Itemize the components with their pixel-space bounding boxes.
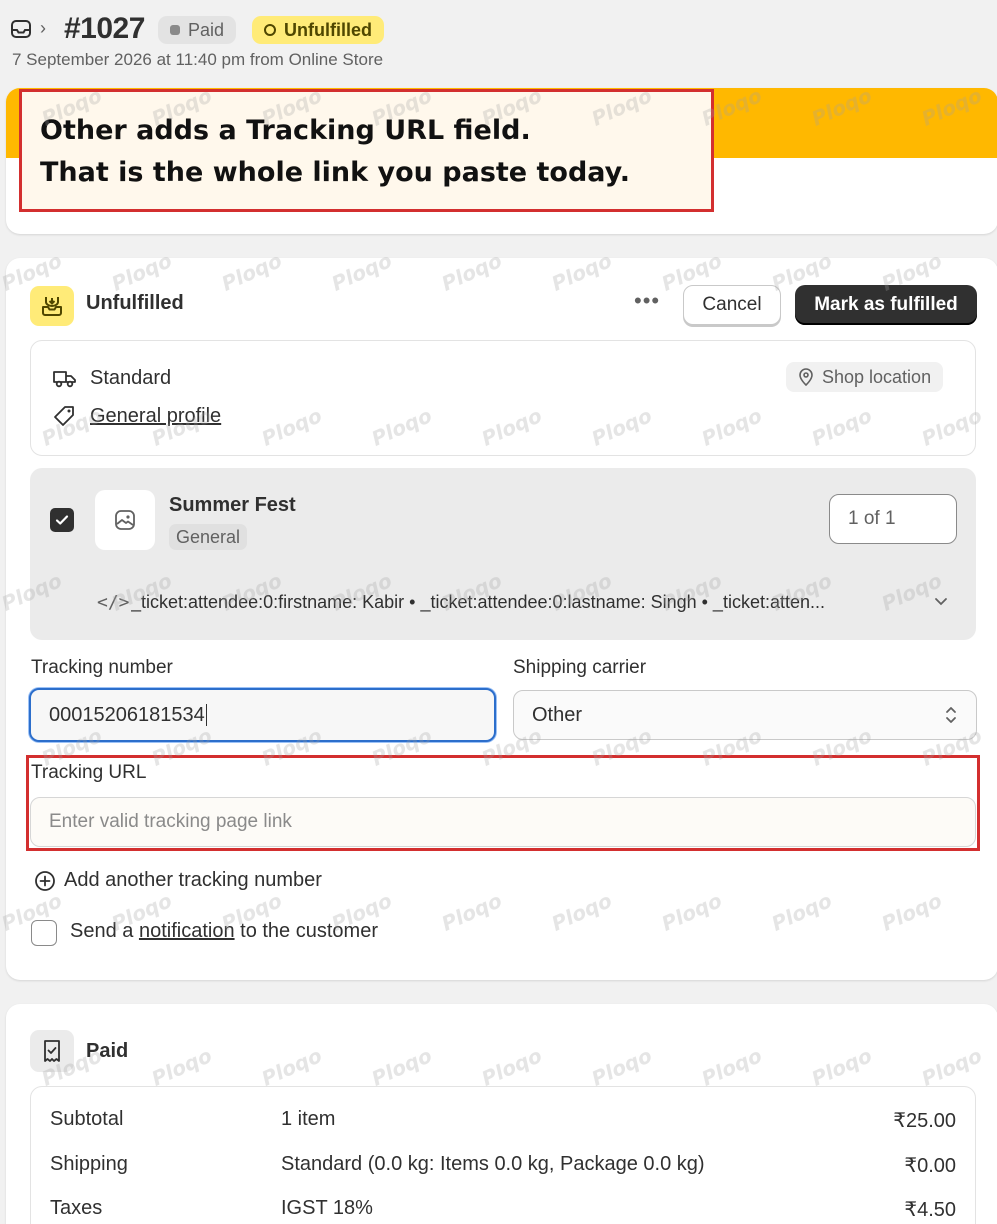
text-caret [205, 704, 207, 726]
variant-badge: General [169, 524, 248, 550]
shop-location-badge[interactable]: Shop location [786, 362, 944, 392]
chevron-down-icon[interactable] [932, 592, 950, 610]
select-arrows-icon [946, 707, 956, 723]
status-ring-icon [264, 24, 276, 36]
receipt-icon [30, 1030, 74, 1072]
subtotal-label: Subtotal [50, 1108, 124, 1130]
shipping-carrier-select[interactable]: Other [513, 690, 977, 740]
item-checkbox[interactable] [50, 508, 74, 532]
checkmark-icon [55, 515, 69, 525]
product-name[interactable]: Summer Fest [169, 494, 296, 517]
notification-link[interactable]: notification [139, 920, 235, 942]
annotation-callout: Other adds a Tracking URL field. That is… [19, 89, 714, 212]
shipping-label: Shipping [50, 1153, 128, 1175]
tracking-number-input[interactable]: 00015206181534 [29, 688, 496, 742]
tag-icon [54, 406, 74, 426]
fulfillment-title: Unfulfilled [86, 292, 184, 314]
notify-suffix: to the customer [234, 920, 378, 942]
status-dot-icon [170, 25, 180, 35]
subtotal-detail: 1 item [281, 1108, 336, 1130]
cancel-button[interactable]: Cancel [683, 285, 781, 325]
shipping-method: Standard [90, 367, 172, 389]
quantity-input[interactable]: 1 of 1 [829, 494, 957, 544]
taxes-label: Taxes [50, 1197, 103, 1219]
tracking-number-label: Tracking number [31, 657, 173, 678]
shipping-carrier-value: Other [532, 703, 583, 726]
product-thumbnail [95, 490, 155, 550]
paid-badge-label: Paid [188, 19, 225, 40]
payment-title: Paid [86, 1040, 129, 1062]
taxes-detail: IGST 18% [281, 1197, 373, 1219]
package-icon [30, 286, 74, 326]
shipping-detail: Standard (0.0 kg: Items 0.0 kg, Package … [281, 1153, 705, 1175]
shop-location-label: Shop location [822, 366, 932, 387]
notify-customer-label: Send a notification to the customer [70, 920, 378, 943]
line-item-properties: _ticket:attendee:0:firstname: Kabir • _t… [131, 592, 825, 612]
notify-customer-checkbox[interactable] [31, 920, 57, 946]
add-tracking-label: Add another tracking number [64, 869, 322, 891]
tracking-url-input[interactable]: Enter valid tracking page link [30, 797, 976, 847]
code-icon: </> [97, 592, 130, 613]
breadcrumb-chevron-icon: › [40, 18, 46, 38]
shipping-info-box [30, 340, 976, 456]
tracking-url-label: Tracking URL [31, 762, 147, 783]
callout-line-1: Other adds a Tracking URL field. [40, 115, 531, 146]
order-subtitle: 7 September 2026 at 11:40 pm from Online… [12, 50, 384, 69]
taxes-amount: ₹4.50 [904, 1199, 956, 1221]
mark-as-fulfilled-button[interactable]: Mark as fulfilled [795, 285, 977, 325]
more-actions-button[interactable]: ••• [634, 288, 660, 314]
general-profile-link[interactable]: General profile [90, 405, 221, 428]
tracking-number-value: 00015206181534 [49, 703, 205, 726]
shipping-amount: ₹0.00 [904, 1155, 956, 1177]
tracking-url-placeholder: Enter valid tracking page link [49, 811, 292, 832]
notify-prefix: Send a [70, 920, 139, 942]
add-tracking-number-button[interactable]: Add another tracking number [34, 869, 322, 892]
order-number: #1027 [64, 12, 145, 45]
image-placeholder-icon [115, 510, 135, 530]
callout-line-2: That is the whole link you paste today. [40, 157, 631, 188]
plus-circle-icon [35, 870, 55, 891]
location-pin-icon [799, 368, 813, 386]
shipping-carrier-label: Shipping carrier [513, 657, 647, 678]
truck-icon [53, 371, 76, 388]
paid-status-badge: Paid [158, 16, 237, 44]
inbox-icon[interactable] [10, 18, 32, 40]
subtotal-amount: ₹25.00 [893, 1110, 956, 1132]
unfulfilled-status-badge: Unfulfilled [252, 16, 384, 44]
unfulfilled-badge-label: Unfulfilled [284, 19, 372, 40]
